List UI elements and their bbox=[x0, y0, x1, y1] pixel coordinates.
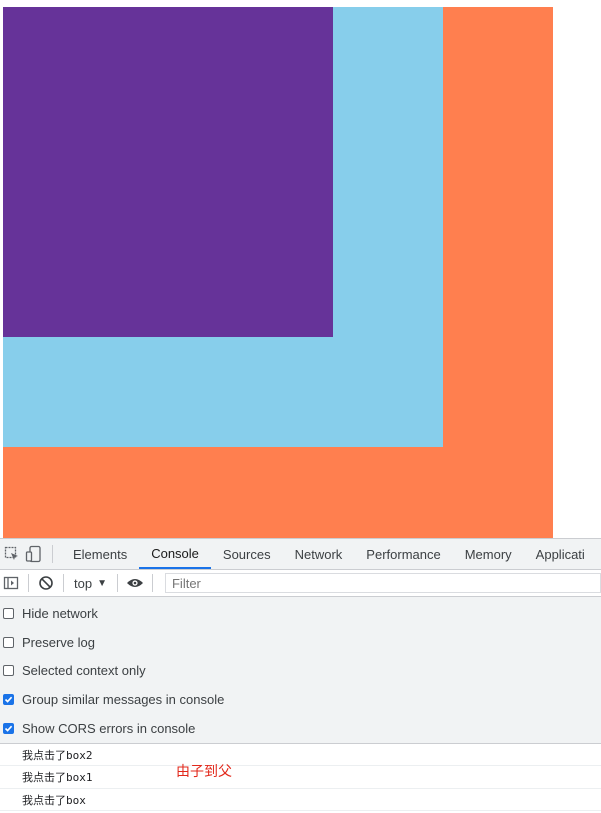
devtools-panel: Elements Console Sources Network Perform… bbox=[0, 538, 601, 813]
console-message: 我点击了box2 bbox=[0, 744, 601, 767]
context-selector[interactable]: top ▼ bbox=[70, 576, 111, 591]
tab-application[interactable]: Applicati bbox=[524, 539, 597, 569]
console-log: 我点击了box2 我点击了box1 我点击了box bbox=[0, 744, 601, 812]
checkbox-check-icon bbox=[4, 696, 13, 704]
setting-preserve-log[interactable]: Preserve log bbox=[0, 628, 601, 657]
inspect-element-icon[interactable] bbox=[2, 539, 22, 569]
setting-label: Group similar messages in console bbox=[22, 692, 225, 708]
device-toolbar-icon[interactable] bbox=[24, 539, 44, 569]
tab-performance[interactable]: Performance bbox=[354, 539, 452, 569]
setting-hide-network[interactable]: Hide network bbox=[0, 599, 601, 628]
setting-group-similar[interactable]: Group similar messages in console bbox=[0, 685, 601, 714]
checkbox-check-icon bbox=[4, 725, 13, 732]
checkbox[interactable] bbox=[3, 694, 14, 706]
setting-show-cors-errors[interactable]: Show CORS errors in console bbox=[0, 714, 601, 743]
tab-network[interactable]: Network bbox=[283, 539, 355, 569]
toolbar-divider bbox=[116, 574, 118, 592]
sidebar-toggle-icon[interactable] bbox=[0, 570, 22, 596]
checkbox[interactable] bbox=[3, 636, 14, 648]
console-toolbar: top ▼ bbox=[0, 570, 601, 597]
console-message: 我点击了box bbox=[0, 789, 601, 812]
console-settings: Hide network Preserve log Selected conte… bbox=[0, 597, 601, 744]
dropdown-arrow-icon: ▼ bbox=[97, 577, 107, 589]
tab-console[interactable]: Console bbox=[139, 539, 211, 569]
toolbar-divider bbox=[28, 574, 29, 592]
checkbox[interactable] bbox=[3, 607, 14, 619]
setting-selected-context-only[interactable]: Selected context only bbox=[0, 657, 601, 686]
eye-icon[interactable] bbox=[124, 570, 146, 596]
tab-elements[interactable]: Elements bbox=[61, 539, 139, 569]
setting-label: Hide network bbox=[22, 605, 98, 621]
context-label: top bbox=[74, 575, 93, 591]
devtools-tabbar: Elements Console Sources Network Perform… bbox=[0, 538, 601, 570]
annotation-text: 由子到父 bbox=[176, 764, 232, 780]
setting-label: Preserve log bbox=[22, 634, 95, 650]
tab-sources[interactable]: Sources bbox=[211, 539, 283, 569]
tabbar-divider bbox=[52, 545, 53, 563]
checkbox[interactable] bbox=[3, 665, 14, 677]
filter-input[interactable] bbox=[164, 573, 601, 593]
clear-console-icon[interactable] bbox=[35, 570, 57, 596]
console-message: 我点击了box1 bbox=[0, 766, 601, 789]
toolbar-divider bbox=[151, 574, 153, 592]
tab-memory[interactable]: Memory bbox=[453, 539, 524, 569]
setting-label: Show CORS errors in console bbox=[22, 721, 196, 737]
checkbox[interactable] bbox=[3, 723, 14, 735]
box2-inner[interactable] bbox=[3, 7, 333, 337]
setting-label: Selected context only bbox=[22, 663, 146, 679]
toolbar-divider bbox=[63, 574, 64, 592]
